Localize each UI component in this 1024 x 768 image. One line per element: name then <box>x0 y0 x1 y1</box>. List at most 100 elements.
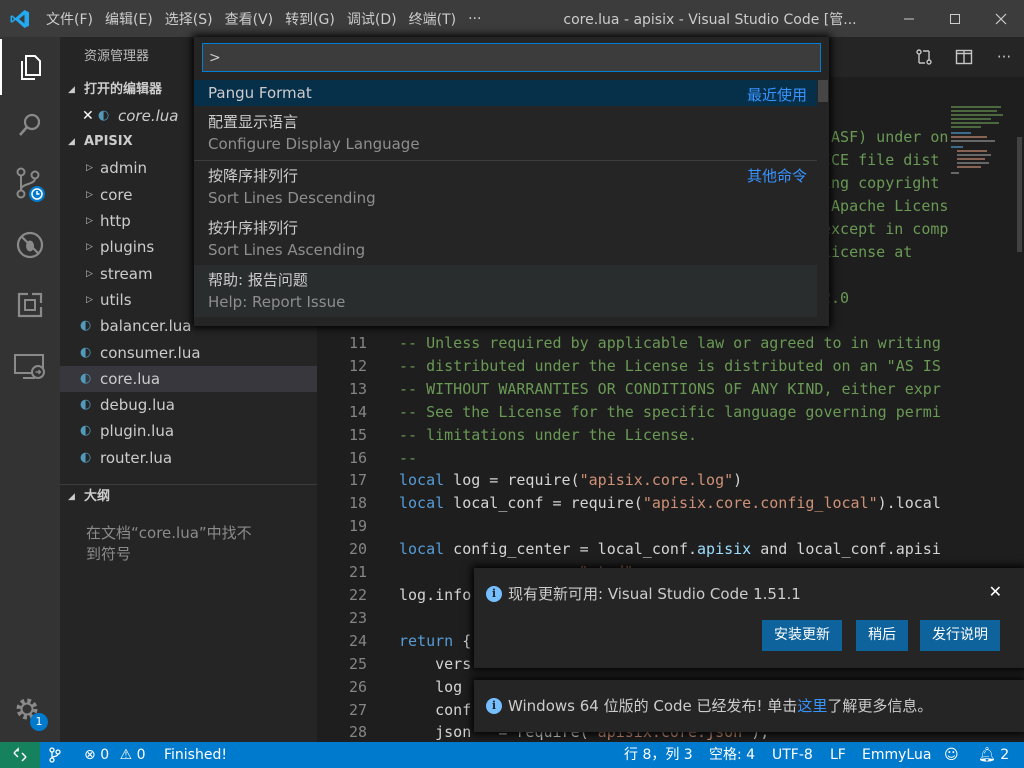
menu-edit[interactable]: 编辑(E) <box>99 9 159 29</box>
feedback-smiley-icon[interactable]: ☺ <box>944 742 959 768</box>
palette-item-sort-lines-ascending[interactable]: 按升序排列行 Sort Lines Ascending <box>194 213 817 264</box>
menu-bar: 文件(F) 编辑(E) 选择(S) 查看(V) 转到(G) 调试(D) 终端(T… <box>40 0 487 37</box>
outline-header[interactable]: ◢ 大纲 <box>60 484 317 509</box>
project-label: APISIX <box>84 134 133 150</box>
tree-file[interactable]: ◐ router.lua <box>60 445 317 471</box>
minimize-button[interactable] <box>886 0 932 37</box>
code-line: 16 -- <box>348 449 418 467</box>
tree-file-selected[interactable]: ◐ core.lua <box>60 365 317 392</box>
source-control-icon <box>16 167 45 202</box>
code-line: 24 return { <box>348 632 472 650</box>
source-control-activity[interactable] <box>0 157 60 213</box>
lua-file-icon: ◐ <box>80 370 92 386</box>
manage-activity[interactable]: 1 <box>0 685 60 741</box>
remote-explorer-activity[interactable] <box>0 339 60 395</box>
chevron-right-icon: ▷ <box>86 189 93 200</box>
file-label: consumer.lua <box>100 343 201 362</box>
maximize-button[interactable] <box>932 0 978 37</box>
line-ending[interactable]: LF <box>830 742 846 768</box>
folder-label: core <box>100 185 133 204</box>
win64-notification: i Windows 64 位版的 Code 已经发布! 单击这里了解更多信息。 <box>474 680 1024 732</box>
folder-label: http <box>100 212 131 231</box>
code-line: 27 conf <box>348 701 472 719</box>
warning-count: 0 <box>136 747 146 763</box>
folder-label: utils <box>100 290 132 309</box>
code-line: 15 -- limitations under the License. <box>348 426 698 444</box>
tree-file[interactable]: ◐ plugin.lua <box>60 418 317 444</box>
outline-label: 大纲 <box>84 489 111 504</box>
palette-scrollbar[interactable] <box>818 80 828 102</box>
chevron-right-icon: ▷ <box>86 242 93 253</box>
code-line: 28 json = require("apisix.core.json"), <box>348 723 770 741</box>
win64-message: Windows 64 位版的 Code 已经发布! 单击这里了解更多信息。 <box>508 697 933 715</box>
palette-item-sort-lines-descending[interactable]: 按降序排列行 其他命令 Sort Lines Descending <box>194 161 817 212</box>
code-line: 25 vers <box>348 655 472 673</box>
notifications-indicator[interactable]: 🔔︎ 2 <box>978 742 1009 768</box>
git-branch-icon[interactable] <box>48 742 62 768</box>
ellipsis-icon: ··· <box>996 48 1012 66</box>
update-message: 现有更新可用: Visual Studio Code 1.51.1 <box>508 585 801 603</box>
palette-item-report-issue[interactable]: 帮助: 报告问题 Help: Report Issue <box>194 265 817 317</box>
folder-label: plugins <box>100 238 155 257</box>
lua-file-icon: ◐ <box>80 344 92 360</box>
error-icon: ⊗ <box>84 747 96 763</box>
menu-more[interactable]: ··· <box>462 11 487 27</box>
menu-view[interactable]: 查看(V) <box>219 9 280 29</box>
error-count: 0 <box>100 747 110 763</box>
code-line: 26 log <box>348 678 463 696</box>
debug-activity[interactable] <box>0 217 60 273</box>
code-line: 21"etcd" <box>348 563 633 581</box>
editor-actions: ··· <box>904 37 1024 77</box>
lua-file-icon: ◐ <box>80 397 92 413</box>
code-line: 19 <box>348 517 367 535</box>
menu-go[interactable]: 转到(G) <box>279 9 341 29</box>
code-line: 12 -- distributed under the License is di… <box>348 357 941 375</box>
close-notification-button[interactable]: ✕ <box>989 582 1002 601</box>
minimap[interactable] <box>947 102 1007 212</box>
file-label: router.lua <box>100 448 173 467</box>
install-update-button[interactable]: 安装更新 <box>762 620 842 651</box>
menu-selection[interactable]: 选择(S) <box>159 9 219 29</box>
command-palette-input[interactable] <box>202 43 821 72</box>
split-editor-button[interactable] <box>944 37 984 77</box>
problems-indicator[interactable]: ⊗ 0 ⚠ 0 <box>84 742 146 768</box>
palette-item-pangu-format[interactable]: Pangu Format 最近使用 <box>194 80 817 106</box>
search-activity[interactable] <box>0 97 60 153</box>
code-line: 18 local local_conf = require("apisix.cor… <box>348 494 941 512</box>
indentation[interactable]: 空格: 4 <box>709 742 755 768</box>
remote-indicator[interactable] <box>0 742 40 768</box>
cursor-position[interactable]: 行 8，列 3 <box>624 742 693 768</box>
file-label: balancer.lua <box>100 317 192 336</box>
palette-item-configure-display-language[interactable]: 配置显示语言 Configure Display Language <box>194 107 817 159</box>
encoding[interactable]: UTF-8 <box>772 742 813 768</box>
language-mode[interactable]: EmmyLua <box>862 742 931 768</box>
title-bar: 文件(F) 编辑(E) 选择(S) 查看(V) 转到(G) 调试(D) 终端(T… <box>0 0 1024 37</box>
more-actions-button[interactable]: ··· <box>984 37 1024 77</box>
editor-scrollbar[interactable] <box>1017 137 1022 252</box>
code-line: 20 local config_center = local_conf.apisi… <box>348 540 941 558</box>
close-editor-icon[interactable]: ✕ <box>82 103 98 129</box>
manage-badge: 1 <box>30 713 48 731</box>
menu-terminal[interactable]: 终端(T) <box>403 9 462 29</box>
code-line: 14 -- See the License for the specific la… <box>348 403 941 421</box>
close-window-button[interactable] <box>978 0 1024 37</box>
status-message: Finished! <box>164 747 227 763</box>
later-button[interactable]: 稍后 <box>856 620 908 651</box>
here-link[interactable]: 这里 <box>797 697 827 715</box>
update-notification: i 现有更新可用: Visual Studio Code 1.51.1 ✕ 安装… <box>474 568 1024 668</box>
tree-file[interactable]: ◐ consumer.lua <box>60 339 317 365</box>
tree-file[interactable]: ◐ debug.lua <box>60 392 317 418</box>
chevron-down-icon: ◢ <box>68 137 75 148</box>
release-notes-button[interactable]: 发行说明 <box>920 620 1000 651</box>
lua-file-icon: ◐ <box>80 423 92 439</box>
menu-file[interactable]: 文件(F) <box>40 9 99 29</box>
extensions-activity[interactable] <box>0 277 60 333</box>
menu-debug[interactable]: 调试(D) <box>341 9 403 29</box>
explorer-activity[interactable] <box>0 39 60 95</box>
remote-explorer-icon <box>14 354 45 379</box>
search-icon <box>19 113 41 136</box>
status-bar: ⊗ 0 ⚠ 0 Finished! 行 8，列 3 空格: 4 UTF-8 LF… <box>0 742 1024 768</box>
code-line: 22 log.info <box>348 586 472 604</box>
open-changes-button[interactable] <box>904 37 944 77</box>
lua-file-icon: ◐ <box>80 449 92 465</box>
